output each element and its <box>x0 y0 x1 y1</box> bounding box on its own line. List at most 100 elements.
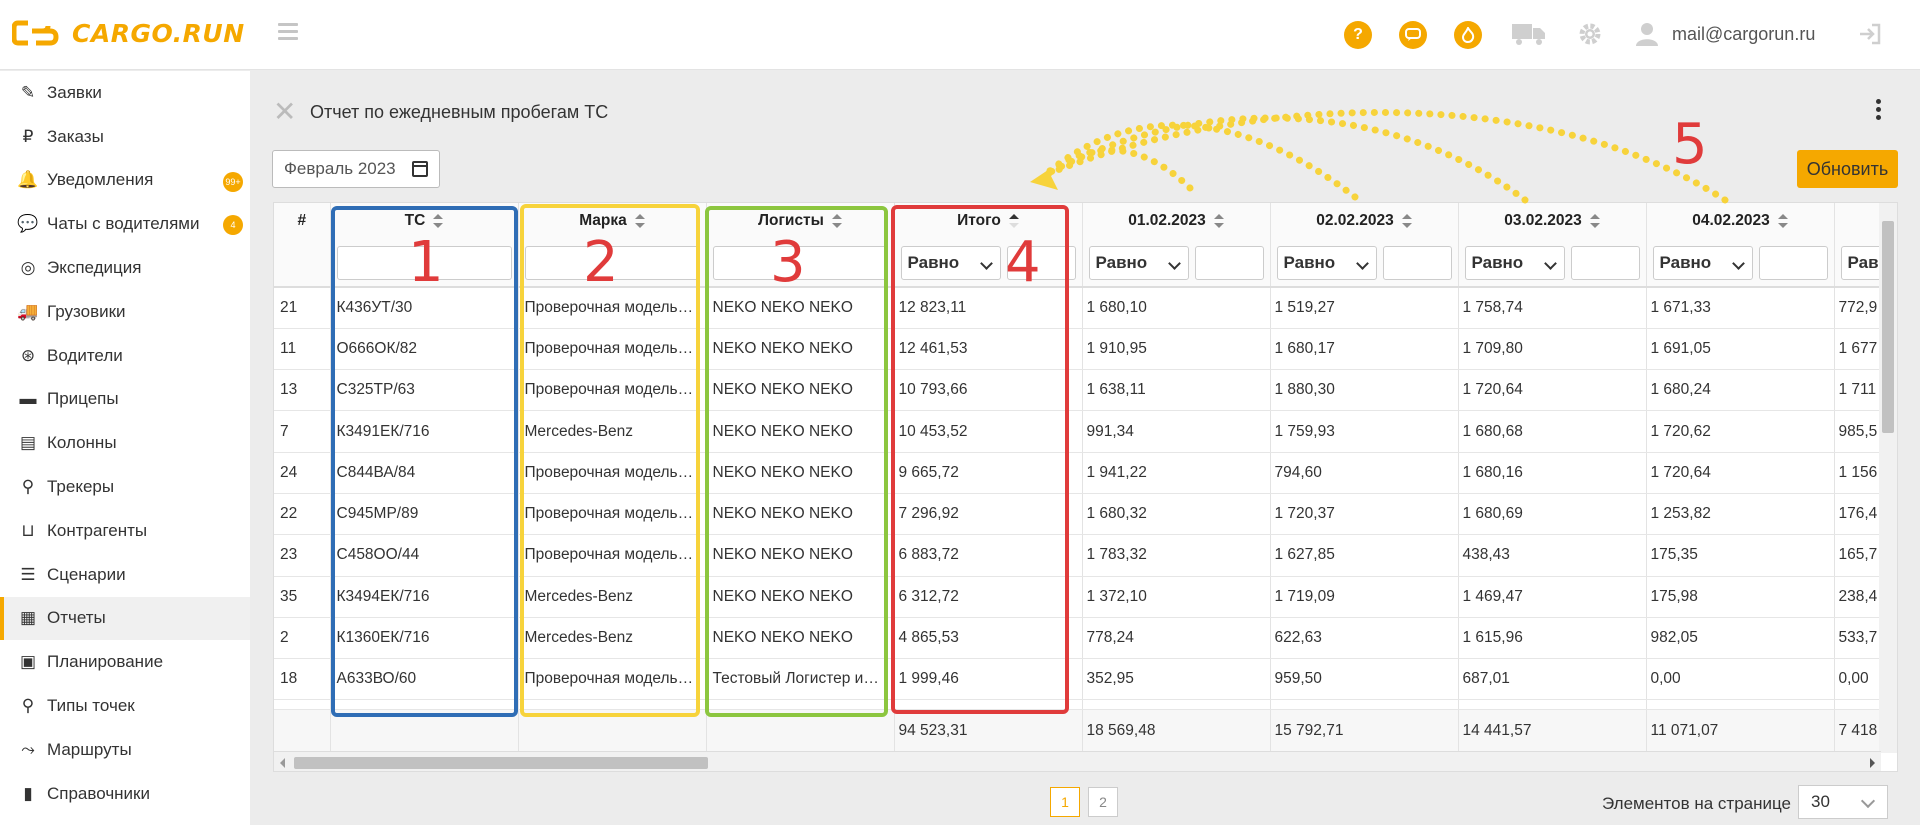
main-content: ✕ Отчет по ежедневным пробегам ТС Феврал… <box>250 71 1920 825</box>
table-cell: 22 <box>274 493 331 536</box>
per-page-select[interactable]: 30 <box>1798 785 1888 819</box>
table-row[interactable]: 23 С458ОО/44 Проверочная модель… NEKO NEKO … <box>274 534 1897 577</box>
sidebar-item[interactable]: ⚲ Типы точек <box>0 684 250 728</box>
user-avatar-icon[interactable] <box>1636 22 1658 53</box>
sidebar-item[interactable]: ☰ Сценарии <box>0 553 250 597</box>
table-row[interactable]: 7 К3491ЕК/716 Mercedes-Benz NEKO NEKO NEKO 1… <box>274 410 1897 453</box>
sidebar-item-label: Отчеты <box>47 608 106 628</box>
filter-value-input[interactable] <box>1382 245 1452 280</box>
sidebar-item[interactable]: ⚲ Трекеры <box>0 465 250 509</box>
month-picker[interactable]: Февраль 2023 <box>272 150 440 188</box>
table-cell: 10 453,52 <box>894 410 1083 453</box>
truck-status-icon[interactable] <box>1512 22 1546 53</box>
sidebar-item[interactable]: ▮ Справочники <box>0 772 250 816</box>
page-button[interactable]: 1 <box>1050 787 1080 817</box>
sidebar-item[interactable]: 🚚 Грузовики <box>0 290 250 334</box>
scrollbar-thumb[interactable] <box>294 757 708 769</box>
table-cell: 1 680,10 <box>1082 287 1271 329</box>
column-header[interactable]: Итого <box>894 203 1083 239</box>
filter-value-input[interactable] <box>1570 245 1640 280</box>
sidebar-item-label: Контрагенты <box>47 520 148 540</box>
table-row-spacer <box>274 699 1897 711</box>
sidebar-item[interactable]: 🔔 Уведомления 99+ <box>0 159 250 203</box>
sort-icon[interactable] <box>1589 213 1600 228</box>
table-cell: 1 910,95 <box>1082 328 1271 371</box>
filter-value-input[interactable] <box>1758 245 1828 280</box>
filter-operator-select[interactable]: Равно <box>1652 245 1753 280</box>
column-header[interactable]: 03.02.2023 <box>1458 203 1647 239</box>
sort-icon[interactable] <box>1401 213 1412 228</box>
sidebar-item[interactable]: ◎ Экспедиция <box>0 246 250 290</box>
column-header[interactable]: 02.02.2023 <box>1270 203 1459 239</box>
sidebar-item[interactable]: ₽ Заказы <box>0 115 250 159</box>
table-cell: 12 461,53 <box>894 328 1083 371</box>
chat-bubble-icon[interactable] <box>1399 21 1427 49</box>
sort-icon[interactable] <box>1008 213 1019 228</box>
table-row[interactable]: 18 А633ВО/60 Проверочная модель… Тестовый Л… <box>274 658 1897 701</box>
table-row[interactable]: 22 С945МР/89 Проверочная модель… NEKO NEKO … <box>274 493 1897 536</box>
filter-operator-select[interactable]: Равно <box>1088 245 1189 280</box>
sidebar-item[interactable]: ▬ Прицепы <box>0 378 250 422</box>
help-icon[interactable]: ? <box>1344 21 1372 49</box>
horizontal-scrollbar[interactable] <box>274 751 1881 771</box>
filter-value-input[interactable] <box>1006 245 1076 280</box>
sort-icon[interactable] <box>831 213 842 228</box>
table-row[interactable]: 13 С325ТР/63 Проверочная модель… NEKO NEKO … <box>274 369 1897 412</box>
column-filter <box>330 239 519 288</box>
vertical-scrollbar[interactable] <box>1879 203 1897 753</box>
user-email[interactable]: mail@cargorun.ru <box>1672 24 1815 45</box>
table-cell: 7 296,92 <box>894 493 1083 536</box>
sidebar-item[interactable]: ⤳ Маршруты <box>0 728 250 772</box>
sort-icon[interactable] <box>433 213 444 228</box>
column-header[interactable]: 04.02.2023 <box>1646 203 1835 239</box>
logo[interactable]: CARGO.RUN <box>12 18 245 48</box>
sort-icon[interactable] <box>634 213 645 228</box>
refresh-button[interactable]: Обновить <box>1797 150 1898 188</box>
settings-gear-icon[interactable] <box>1578 22 1602 53</box>
sidebar-item[interactable]: ⊔ Контрагенты <box>0 509 250 553</box>
table-cell: 1 759,93 <box>1270 410 1459 453</box>
table-row[interactable]: 35 К3494ЕК/716 Mercedes-Benz NEKO NEKO NEKO… <box>274 576 1897 618</box>
filter-value-input[interactable] <box>1194 245 1264 280</box>
more-options-icon[interactable] <box>1876 99 1882 123</box>
sidebar-item[interactable]: 💬 Чаты с водителями 4 <box>0 202 250 246</box>
table-cell: 7 <box>274 410 331 453</box>
column-header[interactable]: ТС <box>330 203 519 239</box>
table-cell: Проверочная модель… <box>518 452 707 494</box>
sidebar-item[interactable]: ▣ Планирование <box>0 640 250 684</box>
table-header-row: # ТС Марка Логисты Итого 01.02.2023 02.02.2023… <box>274 203 1897 239</box>
filter-input[interactable] <box>524 245 700 280</box>
scroll-left-icon[interactable] <box>280 758 285 768</box>
sort-icon[interactable] <box>1777 213 1788 228</box>
filter-input[interactable] <box>336 245 512 280</box>
sidebar-item[interactable]: ▦ Отчеты <box>0 596 250 641</box>
filter-operator-select[interactable]: Равно <box>1276 245 1377 280</box>
calendar-icon[interactable] <box>412 161 428 177</box>
sidebar-item[interactable]: ▤ Колонны <box>0 421 250 465</box>
report-table: # ТС Марка Логисты Итого 01.02.2023 02.02.2023… <box>273 202 1898 772</box>
column-header[interactable]: Марка <box>518 203 707 239</box>
sort-icon[interactable] <box>1213 213 1224 228</box>
map-pin-icon: ⚲ <box>21 477 35 497</box>
total-cell <box>706 709 895 754</box>
table-row[interactable]: 2 К1360ЕК/716 Mercedes-Benz NEKO NEKO NEKO 4… <box>274 617 1897 660</box>
sidebar-item[interactable]: ✎ Заявки <box>0 71 250 115</box>
scroll-right-icon[interactable] <box>1870 758 1875 768</box>
table-row[interactable]: 11 О666ОК/82 Проверочная модель… NEKO NEKO … <box>274 328 1897 371</box>
filter-operator-select[interactable]: Равно <box>1464 245 1565 280</box>
table-row[interactable]: 24 С844ВА/84 Проверочная модель… NEKO NEKO … <box>274 452 1897 494</box>
filter-input[interactable] <box>712 245 888 280</box>
column-header[interactable]: 01.02.2023 <box>1082 203 1271 239</box>
sidebar-item[interactable]: ⊛ Водители <box>0 334 250 378</box>
fire-icon[interactable] <box>1454 21 1482 49</box>
table-row[interactable]: 21 К436УТ/30 Проверочная модель… NEKO NEKO … <box>274 287 1897 329</box>
column-header[interactable]: Логисты <box>706 203 895 239</box>
menu-toggle-icon[interactable] <box>278 23 298 41</box>
filter-operator-select[interactable]: Равно <box>900 245 1001 280</box>
close-report-icon[interactable]: ✕ <box>273 98 296 126</box>
sidebar-item-label: Грузовики <box>47 301 126 321</box>
table-cell: 352,95 <box>1082 658 1271 701</box>
page-button[interactable]: 2 <box>1088 787 1118 817</box>
logout-icon[interactable] <box>1858 22 1882 53</box>
table-cell: 10 793,66 <box>894 369 1083 412</box>
